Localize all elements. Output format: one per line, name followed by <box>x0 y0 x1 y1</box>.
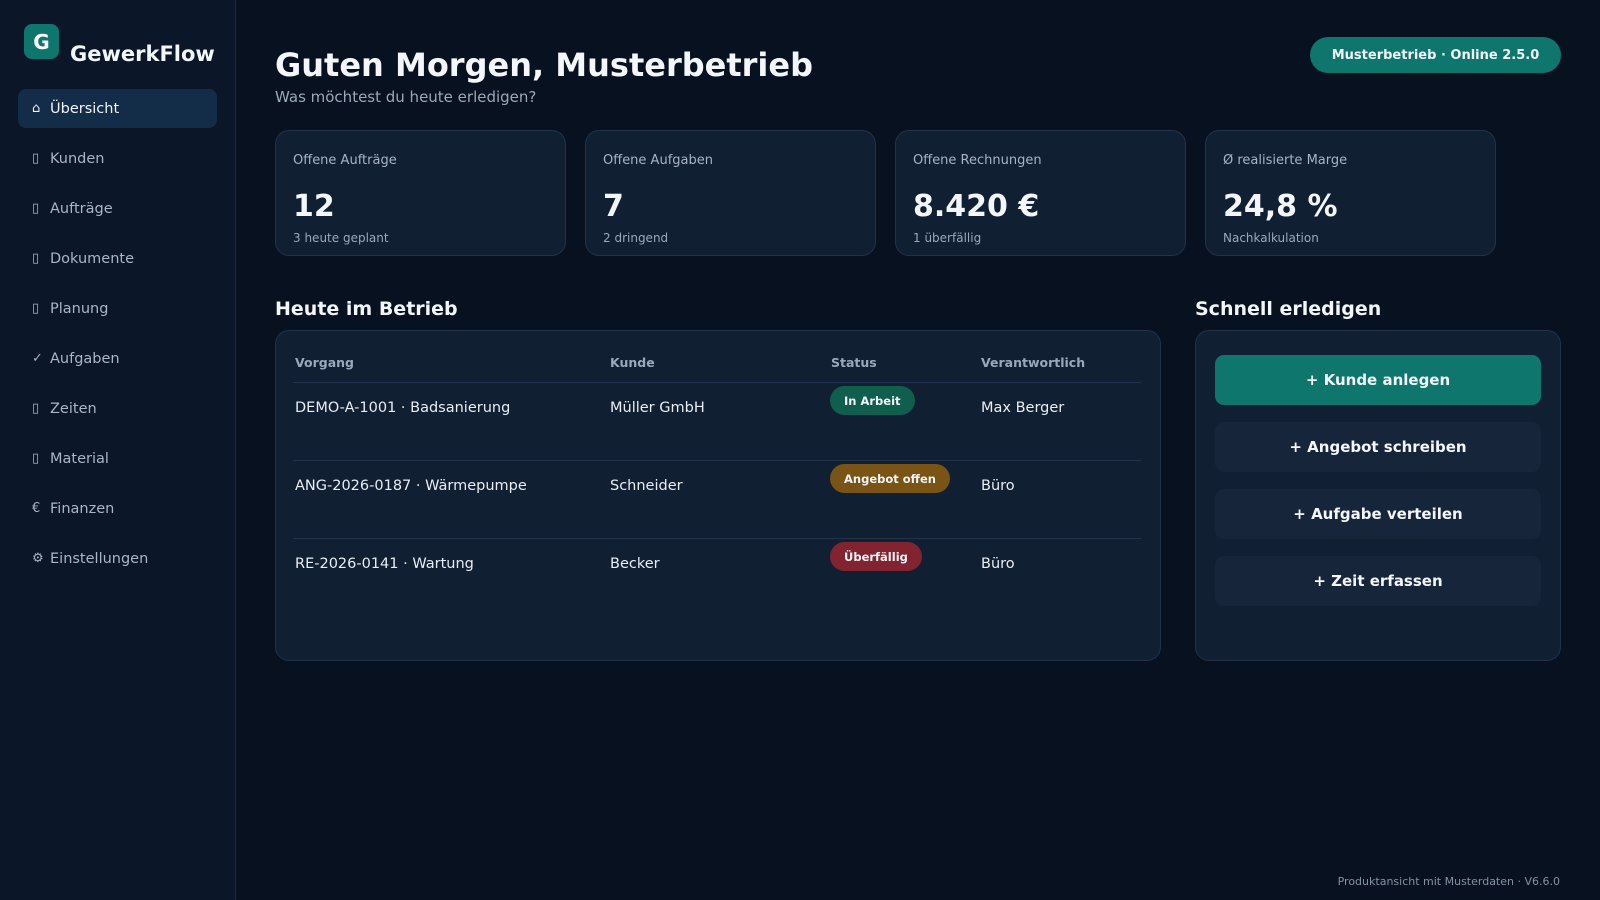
page-title: Guten Morgen, Musterbetrieb <box>275 46 813 84</box>
sidebar-item-dokumente[interactable]: ▯ Dokumente <box>18 239 217 278</box>
kpi-label: Offene Aufgaben <box>603 153 713 168</box>
sidebar-item-label: Finanzen <box>50 500 115 517</box>
status-badge: Überfällig <box>830 542 922 571</box>
documents-icon: ▯ <box>32 251 40 266</box>
sidebar-item-einstellungen[interactable]: ⚙ Einstellungen <box>18 539 217 578</box>
sidebar-item-planung[interactable]: ▯ Planung <box>18 289 217 328</box>
sidebar-item-label: Zeiten <box>50 400 97 417</box>
check-icon: ✓ <box>32 351 43 366</box>
kpi-value: 12 <box>293 189 335 224</box>
add-customer-button[interactable]: + Kunde anlegen <box>1215 355 1541 405</box>
cell-verantwortlich: Max Berger <box>981 400 1065 416</box>
sidebar-nav: ⌂ Übersicht ▯ Kunden ▯ Aufträge ▯ Dokume… <box>18 89 217 589</box>
column-header-vorgang[interactable]: Vorgang <box>295 355 354 370</box>
cell-vorgang: DEMO-A-1001 · Badsanierung <box>295 400 511 416</box>
cell-verantwortlich: Büro <box>981 478 1015 494</box>
brand-logo: G <box>24 24 59 59</box>
status-badge: Angebot offen <box>830 464 950 493</box>
cell-vorgang: RE-2026-0141 · Wartung <box>295 556 474 572</box>
kpi-value: 8.420 € <box>913 189 1040 224</box>
column-header-kunde[interactable]: Kunde <box>610 355 655 370</box>
write-offer-button[interactable]: + Angebot schreiben <box>1215 422 1541 472</box>
home-icon: ⌂ <box>32 101 41 116</box>
row-divider <box>293 460 1141 461</box>
sidebar-item-finanzen[interactable]: € Finanzen <box>18 489 217 528</box>
cell-kunde: Schneider <box>610 478 683 494</box>
sidebar-item-material[interactable]: ▯ Material <box>18 439 217 478</box>
kpi-card-open-orders[interactable]: Offene Aufträge 12 3 heute geplant <box>275 130 566 256</box>
column-header-verantwortlich[interactable]: Verantwortlich <box>981 355 1085 370</box>
today-section-title: Heute im Betrieb <box>275 298 458 320</box>
sidebar-item-label: Planung <box>50 300 109 317</box>
cell-kunde: Becker <box>610 556 660 572</box>
calendar-icon: ▯ <box>32 301 40 316</box>
log-time-button[interactable]: + Zeit erfassen <box>1215 556 1541 606</box>
cell-kunde: Müller GmbH <box>610 400 705 416</box>
kpi-value: 7 <box>603 189 624 224</box>
sidebar-item-label: Übersicht <box>50 100 120 117</box>
sidebar-item-label: Aufträge <box>50 200 113 217</box>
gear-icon: ⚙ <box>32 551 44 566</box>
sidebar: G GewerkFlow ⌂ Übersicht ▯ Kunden ▯ Auft… <box>0 0 236 900</box>
brand[interactable]: G GewerkFlow <box>24 24 215 66</box>
sidebar-item-auftraege[interactable]: ▯ Aufträge <box>18 189 217 228</box>
sidebar-item-label: Material <box>50 450 109 467</box>
kpi-subtext: 1 überfällig <box>913 231 982 245</box>
sidebar-item-kunden[interactable]: ▯ Kunden <box>18 139 217 178</box>
kpi-value: 24,8 % <box>1223 189 1338 224</box>
clock-icon: ▯ <box>32 401 40 416</box>
footer-version: Produktansicht mit Musterdaten · V6.6.0 <box>1337 875 1560 888</box>
kpi-subtext: Nachkalkulation <box>1223 231 1319 245</box>
kpi-label: Offene Rechnungen <box>913 153 1042 168</box>
cell-verantwortlich: Büro <box>981 556 1015 572</box>
orders-icon: ▯ <box>32 201 40 216</box>
today-table: Vorgang Kunde Status Verantwortlich DEMO… <box>275 330 1161 661</box>
kpi-label: Ø realisierte Marge <box>1223 153 1348 168</box>
sidebar-item-zeiten[interactable]: ▯ Zeiten <box>18 389 217 428</box>
column-header-status[interactable]: Status <box>831 355 877 370</box>
row-divider <box>293 382 1141 383</box>
sidebar-item-label: Aufgaben <box>50 350 120 367</box>
sidebar-item-label: Dokumente <box>50 250 135 267</box>
status-badge: In Arbeit <box>830 386 915 415</box>
kpi-subtext: 3 heute geplant <box>293 231 389 245</box>
row-divider <box>293 538 1141 539</box>
quick-actions-panel: + Kunde anlegen + Angebot schreiben + Au… <box>1195 330 1561 661</box>
assign-task-button[interactable]: + Aufgabe verteilen <box>1215 489 1541 539</box>
cell-vorgang: ANG-2026-0187 · Wärmepumpe <box>295 478 527 494</box>
page-subtitle: Was möchtest du heute erledigen? <box>275 88 537 106</box>
brand-name: GewerkFlow <box>70 42 215 66</box>
customers-icon: ▯ <box>32 151 40 166</box>
kpi-card-open-invoices[interactable]: Offene Rechnungen 8.420 € 1 überfällig <box>895 130 1186 256</box>
quick-section-title: Schnell erledigen <box>1195 298 1382 320</box>
kpi-label: Offene Aufträge <box>293 153 397 168</box>
status-badge[interactable]: Musterbetrieb · Online 2.5.0 <box>1310 37 1561 73</box>
sidebar-item-label: Einstellungen <box>50 550 149 567</box>
material-icon: ▯ <box>32 451 40 466</box>
euro-icon: € <box>32 501 41 516</box>
sidebar-item-label: Kunden <box>50 150 105 167</box>
kpi-subtext: 2 dringend <box>603 231 669 245</box>
sidebar-item-uebersicht[interactable]: ⌂ Übersicht <box>18 89 217 128</box>
kpi-card-open-tasks[interactable]: Offene Aufgaben 7 2 dringend <box>585 130 876 256</box>
kpi-card-margin[interactable]: Ø realisierte Marge 24,8 % Nachkalkulati… <box>1205 130 1496 256</box>
sidebar-item-aufgaben[interactable]: ✓ Aufgaben <box>18 339 217 378</box>
